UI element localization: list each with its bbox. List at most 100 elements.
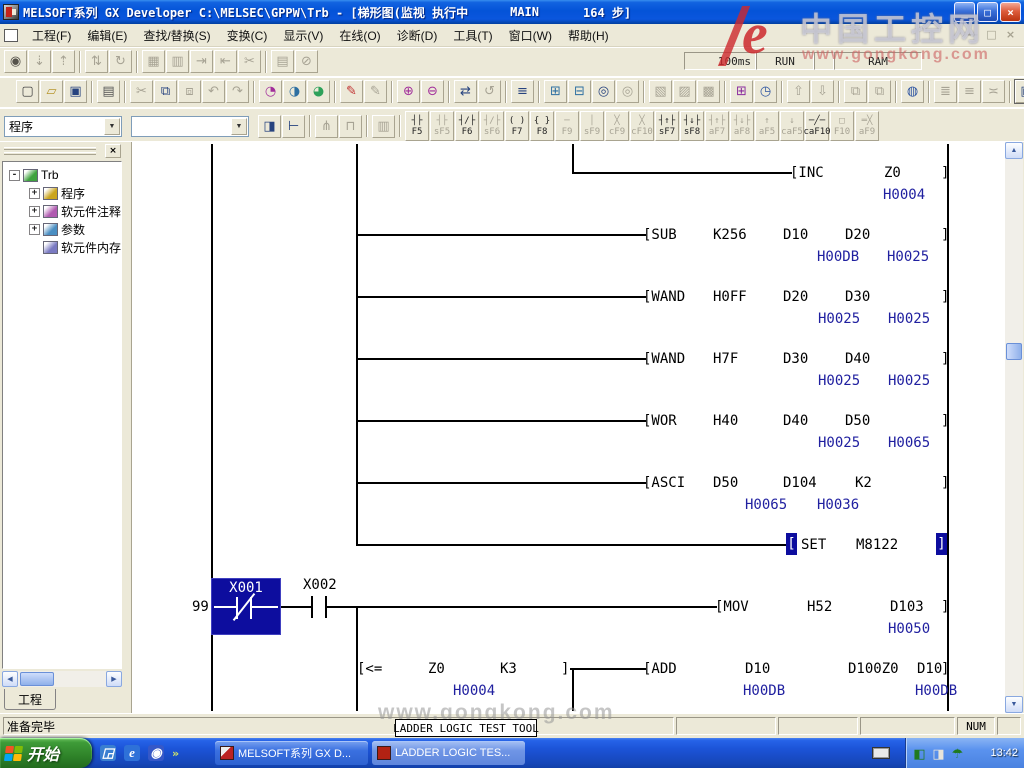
antivirus-icon[interactable]: ☂ <box>950 746 965 761</box>
device-monitor-button[interactable]: ◎ <box>592 80 615 103</box>
list-used-devices-button[interactable]: ▥ <box>166 50 189 73</box>
quick-launch-chevron[interactable]: » <box>172 747 179 760</box>
taskbar-clock[interactable]: 13:42 <box>990 747 1018 759</box>
trace-1-button[interactable]: ≣ <box>934 80 957 103</box>
new-project-button[interactable]: ▢ <box>16 80 39 103</box>
merge-data-button[interactable]: ▩ <box>697 80 720 103</box>
ladder-symbol-F5-button[interactable]: ┤├F5 <box>405 111 429 141</box>
cross-reference-button[interactable]: ↻ <box>109 50 132 73</box>
ladder-symbol-sF7-button[interactable]: ┤↑├sF7 <box>655 111 679 141</box>
tree-node-软元件注释[interactable]: +软元件注释 <box>3 202 121 220</box>
internet-explorer-icon[interactable]: e <box>124 745 140 761</box>
contact-x002-bar[interactable] <box>325 596 327 618</box>
show-desktop-icon[interactable]: ◲ <box>100 745 116 761</box>
ladder-symbol-F8-button[interactable]: { }F8 <box>530 111 554 141</box>
registered-monitor-button[interactable]: ◕ <box>307 80 330 103</box>
rule-edit-button[interactable]: ▥ <box>372 115 395 138</box>
panel-grip[interactable] <box>4 152 96 155</box>
tree-hscrollbar[interactable]: ◀ ▶ <box>2 671 122 687</box>
save-project-button[interactable]: ▣ <box>64 80 87 103</box>
insert-block-button[interactable]: ▦ <box>142 50 165 73</box>
zoom-in-button[interactable]: ⊕ <box>397 80 420 103</box>
cascade-windows-button[interactable]: ⧉ <box>844 80 867 103</box>
panel-grip[interactable] <box>4 147 96 150</box>
ladder-symbol-aF8-button[interactable]: ┤↓├aF8 <box>730 111 754 141</box>
trace-2-button[interactable]: ≡ <box>958 80 981 103</box>
menu-item-1[interactable]: 编辑(E) <box>79 24 135 47</box>
statement-display-button[interactable]: ⊟ <box>568 80 591 103</box>
mdi-window-controls[interactable]: — □ × <box>965 28 1018 41</box>
ladder-symbol-F7-button[interactable]: ( )F7 <box>505 111 529 141</box>
tree-node-程序[interactable]: +程序 <box>3 184 121 202</box>
print-button[interactable]: ▤ <box>97 80 120 103</box>
jump-button[interactable]: ⇅ <box>85 50 108 73</box>
tree-node-root[interactable]: -Trb <box>3 166 121 184</box>
collapse-icon[interactable]: - <box>9 170 20 181</box>
menu-item-3[interactable]: 变换(C) <box>219 24 276 47</box>
move-up-button[interactable]: ⇧ <box>787 80 810 103</box>
expand-icon[interactable]: + <box>29 188 40 199</box>
ladder-symbol-F10-button[interactable]: □F10 <box>830 111 854 141</box>
undo-button[interactable]: ↶ <box>202 80 225 103</box>
cut-block-button[interactable]: ✂ <box>238 50 261 73</box>
sampling-trace-button[interactable]: ▧ <box>649 80 672 103</box>
open-project-button[interactable]: ▱ <box>40 80 63 103</box>
menu-item-5[interactable]: 在线(O) <box>331 24 388 47</box>
find-monitor-button[interactable]: ◍ <box>901 80 924 103</box>
ladder-symbol-sF8-button[interactable]: ┤↓├sF8 <box>680 111 704 141</box>
menu-item-0[interactable]: 工程(F) <box>24 24 79 47</box>
zoom-out-button[interactable]: ⊖ <box>421 80 444 103</box>
ladder-symbol-F6-button[interactable]: ┤/├F6 <box>455 111 479 141</box>
tree-node-参数[interactable]: +参数 <box>3 220 121 238</box>
pan-mode-button[interactable]: ⊘ <box>295 50 318 73</box>
tree-node-软元件内存[interactable]: 软元件内存 <box>3 238 121 256</box>
wrap-source-create-button[interactable]: ⋔ <box>315 115 338 138</box>
read-from-plc-button[interactable]: ✎ <box>364 80 387 103</box>
close-button[interactable]: × <box>1000 2 1021 22</box>
comment-display-button[interactable]: ⊞ <box>544 80 567 103</box>
expand-icon[interactable]: + <box>29 206 40 217</box>
ladder-vscrollbar[interactable]: ▲ ▼ <box>1005 142 1023 713</box>
transfer-setup-button[interactable]: ⇄ <box>454 80 477 103</box>
ladder-symbol-cF10-button[interactable]: ╳cF10 <box>630 111 654 141</box>
ladder-symbol-sF5-button[interactable]: ┤├sF5 <box>430 111 454 141</box>
scrollbar-thumb[interactable] <box>1006 343 1022 360</box>
refresh-button[interactable]: ↺ <box>478 80 501 103</box>
tile-windows-button[interactable]: ⧉ <box>868 80 891 103</box>
menu-item-4[interactable]: 显示(V) <box>275 24 331 47</box>
insert-line-button[interactable]: ⇥ <box>190 50 213 73</box>
device-find-combo[interactable]: ▼ <box>131 116 249 137</box>
keyboard-layout-icon[interactable] <box>872 747 890 759</box>
ladder-symbol-aF5-button[interactable]: ↑aF5 <box>755 111 779 141</box>
contact-x002-bar[interactable] <box>311 596 313 618</box>
contact-x001-selected[interactable]: X001 <box>211 578 281 635</box>
ladder-symbol-F9-button[interactable]: ─F9 <box>555 111 579 141</box>
menu-item-8[interactable]: 窗口(W) <box>501 24 560 47</box>
ladder-symbol-caF10-button[interactable]: ─╱─caF10 <box>805 111 829 141</box>
wrap-dest-create-button[interactable]: ⊓ <box>339 115 362 138</box>
mdi-minimize-icon[interactable]: — <box>965 28 980 41</box>
program-check-button[interactable]: ▨ <box>673 80 696 103</box>
redo-button[interactable]: ↷ <box>226 80 249 103</box>
find-previous-button[interactable]: ⇡ <box>52 50 75 73</box>
ladder-edit-mode-button[interactable]: ◨ <box>258 115 281 138</box>
ladder-symbol-sF9-button[interactable]: │sF9 <box>580 111 604 141</box>
ladder-diagram-pane[interactable]: [INCZ0]H0004[SUBK256D10D20]H00DBH0025[WA… <box>131 142 1005 713</box>
ladder-symbol-sF6-button[interactable]: ┤/├sF6 <box>480 111 504 141</box>
ladder-symbol-cF9-button[interactable]: ╳cF9 <box>605 111 629 141</box>
mdi-restore-icon[interactable]: □ <box>984 28 999 41</box>
ladder-list-toggle-button[interactable]: ≡ <box>511 80 534 103</box>
find-device-button[interactable]: ◉ <box>4 50 27 73</box>
taskbar-item-ladder-logic-test[interactable]: LADDER LOGIC TES... <box>372 741 525 765</box>
paste-button[interactable]: ⧈ <box>178 80 201 103</box>
ime-indicator-icon[interactable]: ◨ <box>931 746 946 761</box>
tab-project[interactable]: 工程 <box>4 689 56 710</box>
menu-item-9[interactable]: 帮助(H) <box>560 24 617 47</box>
mdi-close-icon[interactable]: × <box>1003 28 1018 41</box>
start-button[interactable]: 开始 <box>0 738 92 768</box>
monitor-mode-button[interactable]: ◔ <box>259 80 282 103</box>
delete-line-button[interactable]: ⇤ <box>214 50 237 73</box>
project-tree-toggle-button[interactable]: ⊢ <box>282 115 305 138</box>
minimize-button[interactable]: _ <box>954 2 975 22</box>
program-type-combo[interactable]: 程序▼ <box>4 116 122 137</box>
